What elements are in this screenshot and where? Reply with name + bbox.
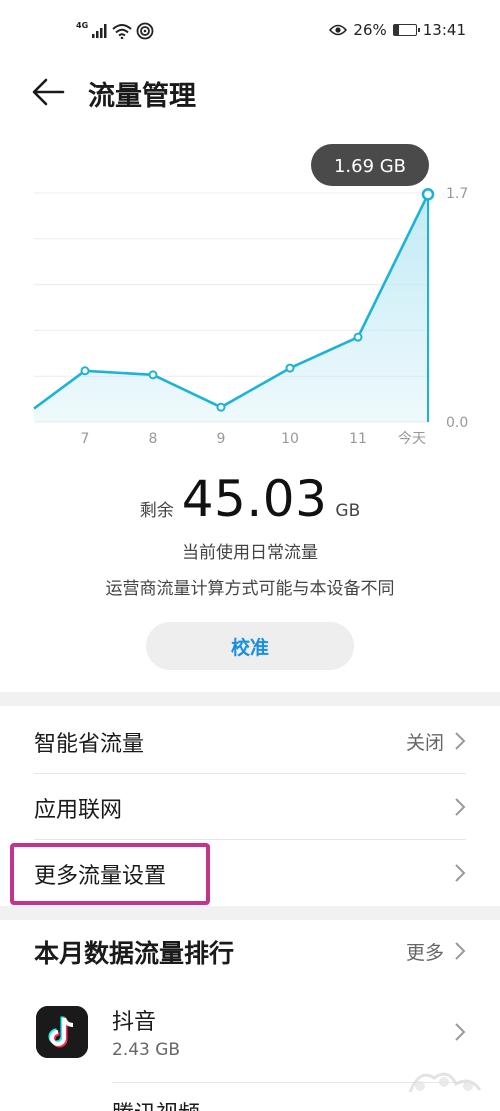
chart-y-tick-label: 1.7 — [446, 186, 468, 202]
section-divider — [0, 692, 500, 706]
chart-data-point — [285, 363, 295, 373]
app-name[interactable]: 抖音 — [112, 1004, 156, 1036]
chart-x-tick-label: 9 — [217, 431, 226, 447]
chart-data-point — [216, 402, 226, 412]
hotspot-icon — [136, 22, 154, 40]
app-network-label: 应用联网 — [34, 798, 123, 823]
ranking-title: 本月数据流量排行 — [34, 939, 235, 968]
clock-time: 13:41 — [422, 21, 466, 39]
ranking-more-link[interactable]: 更多 — [406, 938, 444, 965]
douyin-app-icon[interactable] — [36, 1006, 88, 1058]
chevron-right-icon — [455, 798, 466, 816]
carrier-note-text: 运营商流量计算方式可能与本设备不同 — [105, 579, 395, 599]
page-title: 流量管理 — [88, 81, 196, 112]
section-divider — [0, 906, 500, 920]
chevron-right-icon — [455, 732, 466, 750]
chart-x-tick-label: 今天 — [398, 431, 426, 447]
remaining-data: 剩余 45.03 GB — [0, 470, 500, 530]
chevron-right-icon[interactable] — [454, 1022, 466, 1042]
usage-chart-svg: 7 8 9 10 11 今天 1.7 0.0 1.69 GB — [33, 144, 468, 447]
tiktok-note-icon — [36, 1006, 88, 1058]
chevron-right-icon[interactable] — [454, 941, 466, 961]
title-bar: 流量管理 — [0, 62, 500, 124]
remaining-unit: GB — [335, 501, 361, 521]
status-right: 26% 13:41 — [329, 21, 466, 39]
chart-x-tick-label: 10 — [281, 431, 299, 447]
watermark-logo — [408, 1072, 482, 1093]
battery-percent: 26% — [353, 21, 387, 39]
wifi-icon — [112, 24, 132, 39]
status-left: 4G — [76, 20, 154, 40]
chart-tooltip-label: 1.69 GB — [334, 156, 406, 177]
eye-comfort-icon — [329, 24, 348, 36]
chart-x-tick-label: 7 — [81, 431, 90, 447]
battery-level-fill — [393, 25, 400, 35]
chart-data-point — [80, 366, 90, 376]
chart-x-tick-label: 8 — [149, 431, 158, 447]
highlight-annotation-box — [10, 843, 210, 905]
calibrate-button[interactable]: 校准 — [146, 622, 354, 670]
chart-data-point — [148, 370, 158, 380]
cellular-signal-icon — [92, 24, 107, 38]
status-bar: 4G 26% 13:41 — [0, 0, 500, 62]
back-arrow-icon[interactable] — [30, 76, 66, 108]
usage-chart: 7 8 9 10 11 今天 1.7 0.0 1.69 GB — [0, 130, 500, 460]
app-usage: 2.43 GB — [112, 1040, 181, 1060]
remaining-label: 剩余 — [139, 501, 174, 521]
chevron-right-icon — [455, 864, 466, 882]
remaining-value: 45.03 — [181, 470, 328, 528]
chart-data-point — [353, 332, 363, 342]
smart-saver-row[interactable]: 智能省流量 关闭 — [0, 708, 500, 774]
smart-saver-value: 关闭 — [405, 732, 444, 754]
app-network-row[interactable]: 应用联网 — [0, 774, 500, 840]
battery-icon — [392, 24, 420, 36]
smart-saver-label: 智能省流量 — [34, 732, 145, 757]
chart-data-point — [421, 188, 435, 201]
network-type-label: 4G — [76, 20, 89, 30]
usage-type-text: 当前使用日常流量 — [182, 543, 318, 563]
app-name[interactable]: 腾讯视频 — [112, 1096, 200, 1111]
chart-x-tick-label: 11 — [349, 431, 367, 447]
chart-area-fill — [34, 194, 428, 422]
chart-y-tick-label: 0.0 — [446, 415, 468, 431]
